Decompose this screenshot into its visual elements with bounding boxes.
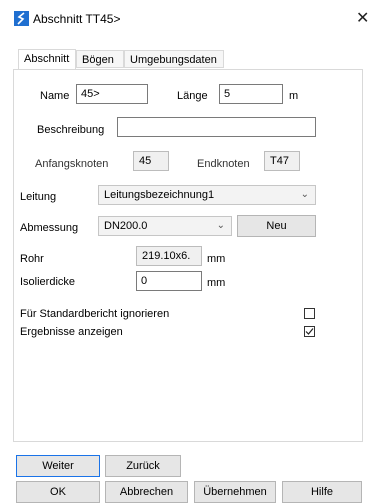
laenge-label: Länge [177,90,208,102]
chevron-down-icon: ⌄ [300,189,309,200]
ergebnisse-checkbox[interactable] [304,326,315,337]
laenge-unit: m [289,90,299,102]
beschreibung-label: Beschreibung [37,124,105,136]
isolierdicke-field[interactable]: 0 [136,271,202,291]
ergebnisse-label: Ergebnisse anzeigen [20,326,123,338]
laenge-field[interactable]: 5 [219,84,283,104]
piping-app-icon [14,11,29,26]
weiter-button[interactable]: Weiter [16,455,100,477]
endknoten-value: T47 [264,151,300,171]
name-label: Name [40,90,70,102]
anfangsknoten-value: 45 [133,151,169,171]
isolierdicke-unit: mm [207,277,226,289]
standardbericht-label: Für Standardbericht ignorieren [20,308,170,320]
abmessung-select[interactable]: DN200.0 ⌄ [98,216,232,236]
checkmark-icon [305,328,314,335]
hilfe-button[interactable]: Hilfe [282,481,362,503]
tab-boegen[interactable]: Bögen [76,50,124,68]
isolierdicke-label: Isolierdicke [20,276,76,288]
beschreibung-field[interactable] [117,117,316,137]
leitung-select[interactable]: Leitungsbezeichnung1 ⌄ [98,185,316,205]
tab-abschnitt[interactable]: Abschnitt [18,49,76,69]
rohr-value: 219.10x6. [136,246,202,266]
uebernehmen-button[interactable]: Übernehmen [194,481,276,503]
name-field[interactable]: 45> [76,84,148,104]
leitung-select-value: Leitungsbezeichnung1 [104,189,215,201]
close-icon[interactable]: ✕ [356,8,369,28]
endknoten-label: Endknoten [197,158,250,170]
leitung-label: Leitung [20,191,57,203]
standardbericht-checkbox[interactable] [304,308,315,319]
anfangsknoten-label: Anfangsknoten [35,158,109,170]
abmessung-label: Abmessung [20,222,79,234]
rohr-label: Rohr [20,253,44,265]
ok-button[interactable]: OK [16,481,100,503]
window-title: Abschnitt TT45> [33,12,121,26]
zurueck-button[interactable]: Zurück [105,455,181,477]
neu-button[interactable]: Neu [237,215,316,237]
chevron-down-icon: ⌄ [216,220,225,231]
abbrechen-button[interactable]: Abbrechen [105,481,188,503]
tab-umgebungsdaten[interactable]: Umgebungsdaten [124,50,224,68]
abmessung-select-value: DN200.0 [104,220,148,232]
rohr-unit: mm [207,253,226,265]
